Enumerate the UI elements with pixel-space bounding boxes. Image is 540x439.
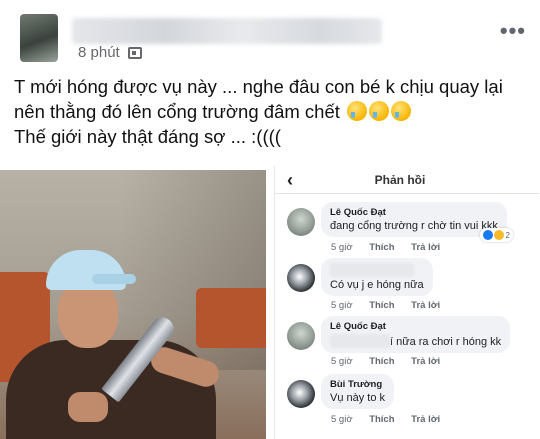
reply-button[interactable]: Trả lời xyxy=(411,242,440,253)
commenter-name[interactable]: Lê Quốc Đạt xyxy=(330,207,498,218)
comment-time: 5 giờ xyxy=(331,414,353,425)
post-text-line-2-text: nên thằng đó lên cổng trường đâm chết xyxy=(14,101,340,122)
post-text-line-3: Thế giới này thật đáng sợ ... :(((( xyxy=(14,126,281,147)
more-horizontal-icon[interactable]: ••• xyxy=(500,20,526,42)
commenter-avatar[interactable] xyxy=(287,322,315,350)
group-icon xyxy=(127,46,142,59)
comment-text: í nữa ra chơi r hóng kk xyxy=(390,336,502,348)
photo-chair xyxy=(196,288,266,348)
post-header: 8 phút ••• xyxy=(0,0,540,64)
photo-person-hand xyxy=(68,392,108,422)
comment-actions: 5 giờ Thích Trả lời xyxy=(331,414,454,425)
like-button[interactable]: Thích xyxy=(369,414,394,425)
comment-bubble[interactable]: Lê Quốc Đạt í nữa ra chơi r hóng kk xyxy=(321,316,511,353)
replies-panel: ‹ Phản hồi Lê Quốc Đạt đang cổng trường … xyxy=(274,166,539,439)
like-button[interactable]: Thích xyxy=(369,300,394,311)
post-text: T mới hóng được vụ này ... nghe đâu con … xyxy=(14,74,534,149)
comment-time: 5 giờ xyxy=(331,242,353,253)
reply-button[interactable]: Trả lời xyxy=(411,414,440,425)
comment-bubble[interactable]: Có vụ j e hóng nữa xyxy=(321,258,433,296)
comment-text: đang cổng trường r chờ tin vui kkk xyxy=(330,220,498,232)
comment-actions: 5 giờ Thích Trả lời xyxy=(331,300,454,311)
comment-text-row: í nữa ra chơi r hóng kk xyxy=(330,334,501,348)
reaction-summary[interactable]: 2 xyxy=(480,228,513,242)
post-meta: 8 phút xyxy=(78,44,142,61)
author-name-redacted xyxy=(72,18,382,44)
comment-time: 5 giờ xyxy=(331,300,353,311)
comment-bubble[interactable]: Bùi Trường Vụ này to k xyxy=(321,374,395,409)
comment-item: Lê Quốc Đạt đang cổng trường r chờ tin v… xyxy=(287,202,527,256)
comment-item: Lê Quốc Đạt í nữa ra chơi r hóng kk 5 gi… xyxy=(287,316,527,370)
comment-text: Vụ này to k xyxy=(330,392,386,404)
post-time[interactable]: 8 phút xyxy=(78,44,120,61)
reply-button[interactable]: Trả lời xyxy=(411,356,440,367)
comment-item: Bùi Trường Vụ này to k 5 giờ Thích Trả l… xyxy=(287,374,527,434)
wow-reaction-icon xyxy=(494,230,505,240)
comment-item: Có vụ j e hóng nữa 5 giờ Thích Trả lời xyxy=(287,258,527,312)
crying-face-icon xyxy=(391,101,412,121)
comment-time: 5 giờ xyxy=(331,356,353,367)
commenter-avatar[interactable] xyxy=(287,380,315,408)
comment-bubble[interactable]: Lê Quốc Đạt đang cổng trường r chờ tin v… xyxy=(321,202,513,242)
commenter-avatar[interactable] xyxy=(287,264,315,292)
comment-actions: 5 giờ Thích Trả lời xyxy=(331,242,454,253)
post-text-line-2: nên thằng đó lên cổng trường đâm chết xyxy=(14,99,534,124)
replies-title: Phản hồi xyxy=(374,173,426,187)
photo-person-cap-brim xyxy=(92,274,136,284)
reaction-count: 2 xyxy=(505,230,510,240)
crying-face-icon xyxy=(369,101,390,121)
like-button[interactable]: Thích xyxy=(369,356,394,367)
reply-button[interactable]: Trả lời xyxy=(411,300,440,311)
comment-text: Có vụ j e hóng nữa xyxy=(330,279,424,291)
photo-person-face xyxy=(58,282,118,348)
commenter-name[interactable]: Lê Quốc Đạt xyxy=(330,321,501,332)
replies-header: ‹ Phản hồi xyxy=(275,166,539,194)
commenter-name-redacted xyxy=(330,263,424,277)
post-text-line-1: T mới hóng được vụ này ... nghe đâu con … xyxy=(14,76,503,97)
like-reaction-icon xyxy=(483,230,494,240)
commenter-name[interactable]: Bùi Trường xyxy=(330,379,385,390)
author-avatar[interactable] xyxy=(20,14,58,62)
commenter-avatar[interactable] xyxy=(287,208,315,236)
like-button[interactable]: Thích xyxy=(369,242,394,253)
comment-actions: 5 giờ Thích Trả lời xyxy=(331,356,454,367)
post-photo[interactable] xyxy=(0,170,266,439)
photo-person-cap xyxy=(46,250,126,290)
crying-face-icon xyxy=(347,101,368,121)
